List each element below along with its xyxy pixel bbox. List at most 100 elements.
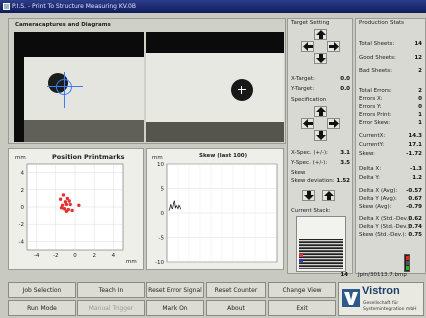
errors-print-value: 1	[418, 112, 422, 118]
skew-chart: Skew (last 100) mm 10 5 0 -5 -10	[146, 148, 284, 270]
skew-std-label: Skew (Std.-Dev.):	[359, 232, 407, 238]
scatter-point	[64, 202, 69, 207]
skew-avg-label: Skew (Avg):	[359, 204, 392, 210]
arrow-left-icon	[303, 119, 313, 128]
skew-point	[176, 206, 178, 208]
scatter-point	[58, 197, 63, 201]
manual-trigger-button[interactable]: Manual Trigger	[77, 300, 145, 316]
specification-title: Specification	[291, 97, 327, 103]
mark-on-button[interactable]: Mark On	[146, 300, 204, 316]
current-y-value: 17.1	[408, 142, 422, 148]
scatter-point	[77, 203, 81, 207]
y-target-value: 0.0	[340, 86, 350, 92]
bad-sheets-label: Bad Sheets:	[359, 68, 393, 74]
arrow-right-icon	[329, 42, 339, 51]
y-spec-label: Y-Spec. (+/-):	[291, 160, 328, 166]
reset-error-signal-button[interactable]: Reset Error Signal	[146, 282, 204, 298]
scatter-point	[68, 202, 72, 207]
errors-x-value: 0	[418, 96, 422, 102]
total-sheets-label: Total Sheets:	[359, 41, 395, 47]
delta-x-label: Delta X:	[359, 166, 382, 172]
scatter-point	[59, 206, 64, 210]
spec-up-button[interactable]	[314, 106, 327, 117]
sheet-left	[24, 57, 144, 121]
skew-current-value: -1.72	[406, 151, 422, 157]
status-light	[404, 254, 410, 272]
error-skew-value: 1	[418, 120, 422, 126]
status-light-red	[406, 256, 409, 260]
x-spec-value: 3.1	[340, 150, 350, 156]
x-spec-label: X-Spec. (+/-):	[291, 150, 328, 156]
skew-label: Skew	[291, 170, 306, 176]
scatter-y-tick-label: -4	[19, 239, 25, 245]
target-down-button[interactable]	[314, 53, 327, 64]
bad-sheets-value: 2	[418, 68, 422, 74]
printmark-right	[231, 79, 253, 101]
vistron-logo-name: Vistron	[362, 285, 400, 297]
current-x-value: 14.3	[408, 133, 422, 139]
status-light-green	[406, 266, 409, 270]
exit-button[interactable]: Exit	[268, 300, 336, 316]
y-target-label: Y-Target:	[291, 86, 315, 92]
vistron-logo-line2: Systemintegration mbH	[363, 307, 417, 312]
spec-right-button[interactable]	[327, 118, 340, 129]
window-title: P.I.S. - Print To Structure Measuring KV…	[12, 3, 136, 10]
stack-sheets	[299, 239, 343, 269]
skew-deviation-value: 1.52	[336, 178, 350, 184]
skew-down-button[interactable]	[302, 190, 315, 201]
skew-up-button[interactable]	[322, 190, 335, 201]
skew-point	[174, 200, 175, 201]
arrow-down-icon	[304, 191, 314, 200]
skew-point	[179, 206, 181, 207]
skew-point	[168, 210, 170, 211]
target-up-button[interactable]	[314, 29, 327, 40]
arrow-up-icon	[316, 107, 326, 116]
scatter-point	[64, 209, 69, 213]
scatter-y-tick-label: 0	[21, 205, 25, 211]
scatter-y-tick-label: 2	[21, 188, 25, 194]
skew-point	[170, 203, 172, 205]
delta-y-avg-value: 0.67	[408, 196, 422, 202]
skew-deviation-label: Skew deviation:	[291, 178, 335, 184]
teach-in-button[interactable]: Teach In	[77, 282, 145, 298]
skew-current-label: Skew:	[359, 151, 375, 157]
scatter-y-tick-label: 4	[21, 171, 25, 177]
run-mode-button[interactable]: Run Mode	[8, 300, 76, 316]
delta-y-label: Delta Y:	[359, 175, 380, 181]
skew-line-plot: 10 5 0 -5 -10	[155, 162, 278, 266]
target-left-button[interactable]	[301, 41, 314, 52]
position-chart: Position Printmarks mm mm -4 -2 0 2 4 4 2 0 -2 -4	[8, 148, 144, 270]
errors-print-label: Errors Print:	[359, 112, 392, 118]
skew-point	[180, 208, 181, 210]
arrow-right-icon	[329, 119, 339, 128]
delta-y-std-value: 0.74	[408, 224, 422, 230]
vistron-logo-icon	[342, 289, 360, 307]
status-light-yellow	[406, 261, 409, 265]
arrow-down-icon	[316, 54, 326, 63]
mark-cross-v	[241, 86, 242, 94]
vistron-logo-line1: Gesellschaft für	[363, 301, 399, 306]
scatter-point	[67, 199, 71, 203]
about-button[interactable]: About	[206, 300, 266, 316]
stack-marker-red	[299, 254, 303, 257]
error-skew-label: Error Skew:	[359, 120, 391, 126]
arrow-up-icon	[324, 191, 334, 200]
change-view-button[interactable]: Change View	[268, 282, 336, 298]
current-y-label: CurrentY:	[359, 142, 385, 148]
total-sheets-value: 14	[414, 41, 422, 47]
job-selection-button[interactable]: Job Selection	[8, 282, 76, 298]
skew-point	[175, 207, 176, 209]
skew-point	[171, 207, 172, 209]
application-window: P.I.S. - Print To Structure Measuring KV…	[0, 0, 426, 318]
skew-avg-value: -0.79	[406, 204, 422, 210]
spec-down-button[interactable]	[314, 130, 327, 141]
good-sheets-label: Good Sheets:	[359, 55, 396, 61]
target-right-button[interactable]	[327, 41, 340, 52]
scatter-x-tick-label: 4	[112, 253, 116, 259]
spec-left-button[interactable]	[301, 118, 314, 129]
reset-counter-button[interactable]: Reset Counter	[206, 282, 266, 298]
scatter-x-tick-label: -2	[53, 253, 58, 259]
stack-marker-blue	[299, 259, 303, 262]
y-spec-value: 3.5	[340, 160, 350, 166]
scatter-y-tick-label: -2	[19, 222, 24, 228]
